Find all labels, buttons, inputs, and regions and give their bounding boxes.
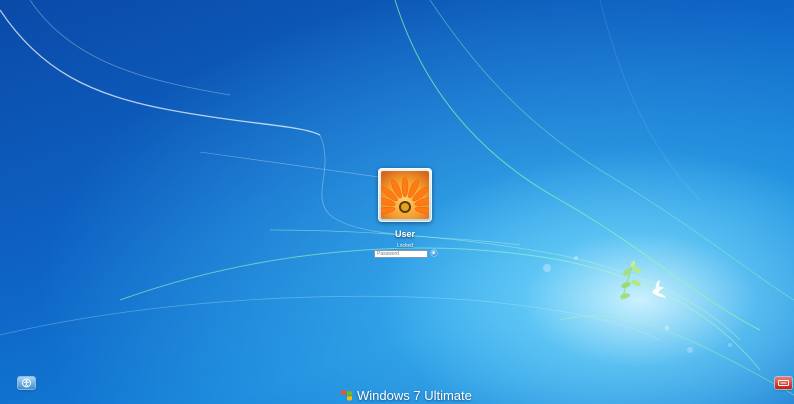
lock-panel: User Locked (340, 168, 470, 263)
arrow-right-icon (432, 251, 436, 255)
edition-label: Windows 7 Ultimate (357, 387, 472, 403)
ease-of-access-icon (22, 378, 31, 388)
submit-button[interactable] (431, 250, 437, 256)
user-avatar[interactable] (378, 168, 432, 222)
password-input[interactable] (374, 250, 428, 258)
windows-branding: Windows 7 Ultimate (340, 386, 472, 404)
shutdown-button[interactable] (775, 377, 792, 389)
orange-flower-avatar-icon (381, 171, 429, 219)
user-name: User (394, 229, 415, 239)
shutdown-icon (778, 380, 789, 386)
lock-status: Locked (396, 243, 414, 249)
ease-of-access-button[interactable] (18, 377, 35, 389)
windows-logo-icon (341, 389, 352, 400)
